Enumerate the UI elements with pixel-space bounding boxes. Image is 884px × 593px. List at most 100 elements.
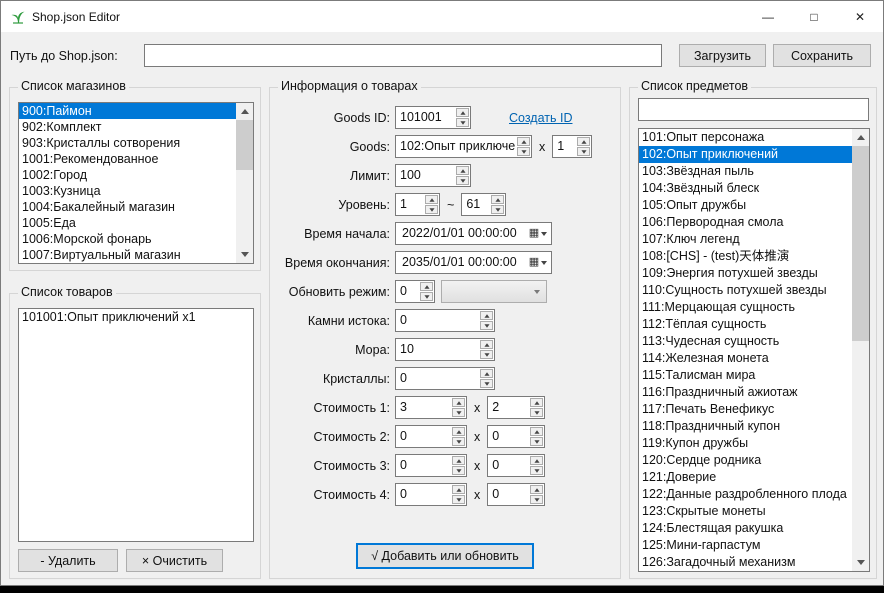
spin-down-button[interactable] — [480, 350, 493, 359]
list-item[interactable]: 119:Купон дружбы — [639, 435, 852, 452]
cost1-count-input[interactable]: 2 — [487, 396, 545, 419]
list-item[interactable]: 103:Звёздная пыль — [639, 163, 852, 180]
list-item[interactable]: 101001:Опыт приключений x1 — [19, 309, 253, 325]
primogems-input[interactable]: 0 — [395, 309, 495, 332]
goods-listbox[interactable]: 101001:Опыт приключений x1 — [18, 308, 254, 542]
cost1-count-value[interactable]: 2 — [488, 397, 529, 418]
spin-up-button[interactable] — [452, 485, 465, 494]
shop-listbox[interactable]: 900:Паймон902:Комплект903:Кристаллы сотв… — [18, 102, 254, 264]
crystals-value[interactable]: 0 — [396, 368, 479, 389]
spin-down-button[interactable] — [480, 379, 493, 388]
list-item[interactable]: 114:Железная монета — [639, 350, 852, 367]
level-min-input[interactable]: 1 — [395, 193, 440, 216]
spin-down-button[interactable] — [517, 147, 530, 156]
list-item[interactable]: 902:Комплект — [19, 119, 236, 135]
list-item[interactable]: 104:Звёздный блеск — [639, 180, 852, 197]
list-item[interactable]: 126:Загадочный механизм — [639, 554, 852, 571]
spin-up-button[interactable] — [452, 427, 465, 436]
spin-down-button[interactable] — [452, 466, 465, 475]
spin-up-button[interactable] — [456, 108, 469, 117]
list-item[interactable]: 1004:Бакалейный магазин — [19, 199, 236, 215]
list-item[interactable]: 1006:Морской фонарь — [19, 231, 236, 247]
spin-up-button[interactable] — [425, 195, 438, 204]
refresh-mode-input[interactable]: 0 — [395, 280, 435, 303]
scroll-down-button[interactable] — [852, 554, 869, 571]
list-item[interactable]: 125:Мини-гарпастум — [639, 537, 852, 554]
list-item[interactable]: 120:Сердце родника — [639, 452, 852, 469]
spin-up-button[interactable] — [480, 311, 493, 320]
list-item[interactable]: 102:Опыт приключений — [639, 146, 852, 163]
list-item[interactable]: 106:Первородная смола — [639, 214, 852, 231]
spin-up-button[interactable] — [530, 485, 543, 494]
spin-up-button[interactable] — [420, 282, 433, 291]
cost1-item-input[interactable]: 3 — [395, 396, 467, 419]
goods-id-value[interactable]: 101001 — [396, 107, 455, 128]
list-item[interactable]: 903:Кристаллы сотворения — [19, 135, 236, 151]
shop-list-scrollbar[interactable] — [236, 103, 253, 263]
spin-down-button[interactable] — [530, 408, 543, 417]
cost1-item-value[interactable]: 3 — [396, 397, 451, 418]
end-time-picker[interactable]: 2035/01/01 00:00:00 ▦ — [395, 251, 552, 274]
spin-up-button[interactable] — [480, 340, 493, 349]
list-item[interactable]: 111:Мерцающая сущность — [639, 299, 852, 316]
goods-value[interactable]: 102:Опыт приключений — [396, 136, 516, 157]
scroll-thumb[interactable] — [236, 120, 253, 170]
item-filter-input[interactable] — [638, 98, 869, 121]
list-item[interactable]: 116:Праздничный ажиотаж — [639, 384, 852, 401]
refresh-mode-value[interactable]: 0 — [396, 281, 419, 302]
refresh-mode-combobox[interactable] — [441, 280, 547, 303]
begin-time-picker[interactable]: 2022/01/01 00:00:00 ▦ — [395, 222, 552, 245]
calendar-dropdown-button[interactable]: ▦ — [525, 223, 551, 244]
path-input[interactable] — [144, 44, 662, 67]
list-item[interactable]: 107:Ключ легенд — [639, 231, 852, 248]
goods-id-input[interactable]: 101001 — [395, 106, 471, 129]
mora-input[interactable]: 10 — [395, 338, 495, 361]
spin-down-button[interactable] — [420, 292, 433, 301]
list-item[interactable]: 1001:Рекомендованное — [19, 151, 236, 167]
spin-down-button[interactable] — [452, 408, 465, 417]
list-item[interactable]: 117:Печать Венефикус — [639, 401, 852, 418]
spin-up-button[interactable] — [530, 398, 543, 407]
goods-input[interactable]: 102:Опыт приключений — [395, 135, 532, 158]
cost4-item-input[interactable]: 0 — [395, 483, 467, 506]
spin-down-button[interactable] — [530, 495, 543, 504]
add-or-update-button[interactable]: √ Добавить или обновить — [356, 543, 534, 569]
spin-up-button[interactable] — [452, 398, 465, 407]
spin-down-button[interactable] — [456, 118, 469, 127]
spin-down-button[interactable] — [530, 437, 543, 446]
cost4-item-value[interactable]: 0 — [396, 484, 451, 505]
scroll-up-button[interactable] — [852, 129, 869, 146]
cost4-count-input[interactable]: 0 — [487, 483, 545, 506]
spin-down-button[interactable] — [491, 205, 504, 214]
scroll-up-button[interactable] — [236, 103, 253, 120]
list-item[interactable]: 108:[CHS] - (test)天体推演 — [639, 248, 852, 265]
goods-count-value[interactable]: 1 — [553, 136, 576, 157]
cost2-count-input[interactable]: 0 — [487, 425, 545, 448]
limit-value[interactable]: 100 — [396, 165, 455, 186]
list-item[interactable]: 1007:Виртуальный магазин — [19, 247, 236, 263]
list-item[interactable]: 124:Блестящая ракушка — [639, 520, 852, 537]
delete-goods-button[interactable]: - Удалить — [18, 549, 118, 572]
maximize-button[interactable]: □ — [791, 1, 837, 32]
create-id-link[interactable]: Создать ID — [509, 111, 572, 125]
minimize-button[interactable]: — — [745, 1, 791, 32]
list-item[interactable]: 1003:Кузница — [19, 183, 236, 199]
clear-goods-button[interactable]: × Очистить — [126, 549, 223, 572]
cost2-item-value[interactable]: 0 — [396, 426, 451, 447]
list-item[interactable]: 1005:Еда — [19, 215, 236, 231]
list-item[interactable]: 112:Тёплая сущность — [639, 316, 852, 333]
item-listbox[interactable]: 101:Опыт персонажа102:Опыт приключений10… — [638, 128, 870, 572]
limit-input[interactable]: 100 — [395, 164, 471, 187]
scroll-down-button[interactable] — [236, 246, 253, 263]
spin-down-button[interactable] — [577, 147, 590, 156]
spin-up-button[interactable] — [530, 456, 543, 465]
list-item[interactable]: 105:Опыт дружбы — [639, 197, 852, 214]
spin-down-button[interactable] — [425, 205, 438, 214]
spin-up-button[interactable] — [517, 137, 530, 146]
list-item[interactable]: 121:Доверие — [639, 469, 852, 486]
list-item[interactable]: 113:Чудесная сущность — [639, 333, 852, 350]
cost4-count-value[interactable]: 0 — [488, 484, 529, 505]
list-item[interactable]: 123:Скрытые монеты — [639, 503, 852, 520]
level-max-input[interactable]: 61 — [461, 193, 506, 216]
cost2-count-value[interactable]: 0 — [488, 426, 529, 447]
